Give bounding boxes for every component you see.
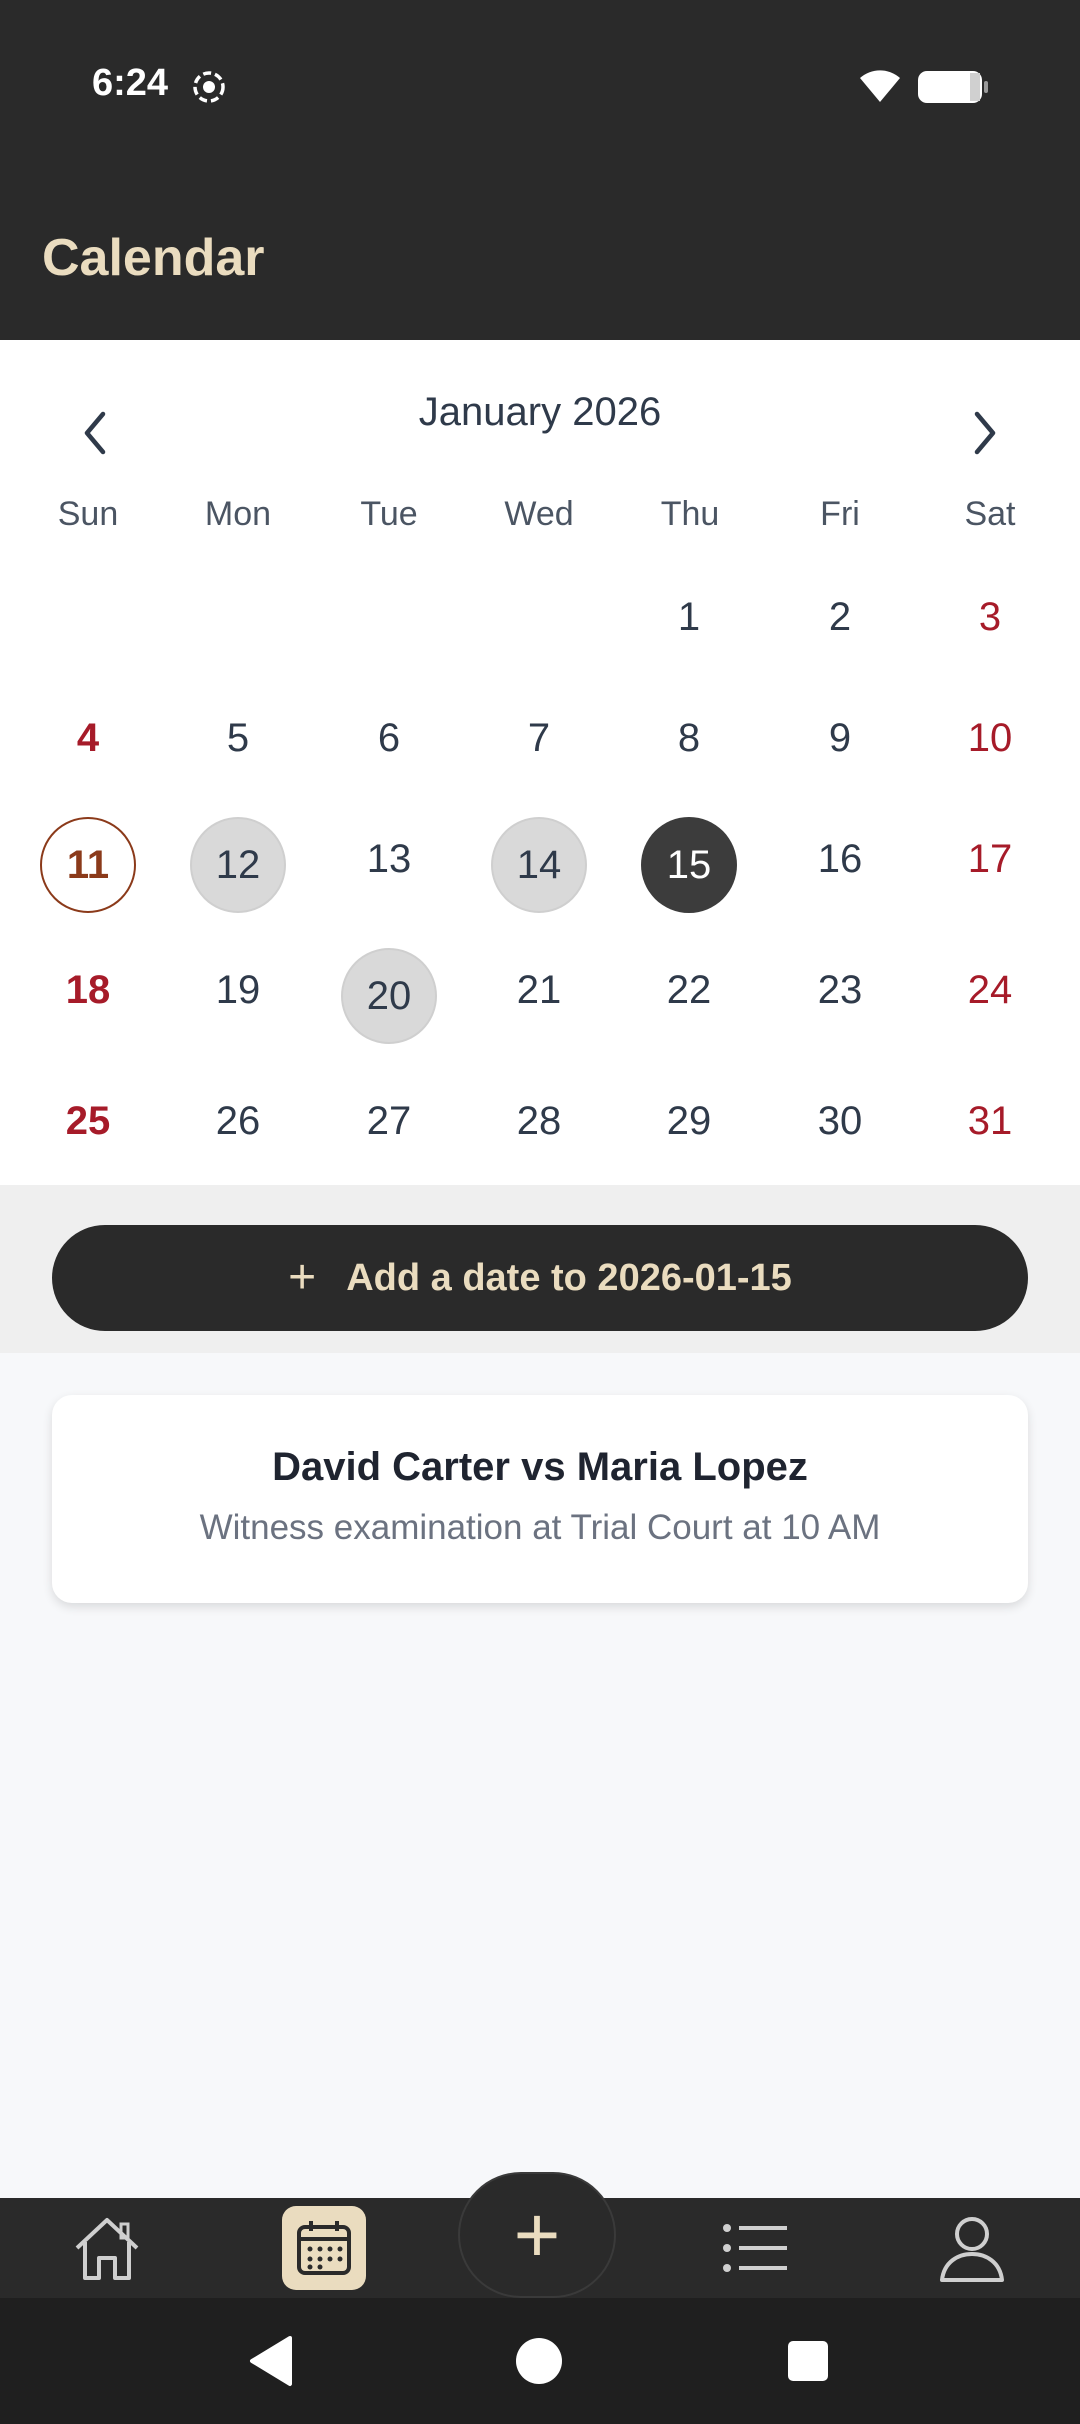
status-time: 6:24: [92, 62, 169, 104]
day-cell[interactable]: 22: [641, 942, 737, 1038]
day-cell[interactable]: 1: [641, 569, 737, 665]
day-cell[interactable]: 9: [792, 690, 888, 786]
day-cell[interactable]: 31: [942, 1073, 1038, 1169]
add-fab-button[interactable]: +: [458, 2172, 616, 2298]
nav-calendar-active: [282, 2206, 366, 2290]
day-cell[interactable]: 2: [792, 569, 888, 665]
list-icon: [723, 2224, 787, 2272]
day-cell[interactable]: 8: [641, 690, 737, 786]
day-cell[interactable]: 7: [491, 690, 587, 786]
add-date-section: + Add a date to 2026-01-15: [0, 1185, 1080, 1353]
day-cell-selected[interactable]: 15: [641, 817, 737, 913]
nav-home[interactable]: [47, 2198, 167, 2298]
page-title: Calendar: [42, 229, 265, 287]
battery-icon: [918, 71, 988, 103]
recents-square-icon: [788, 2341, 828, 2381]
day-cell-has-event[interactable]: 14: [491, 817, 587, 913]
plus-icon: +: [288, 1251, 317, 1304]
nav-calendar[interactable]: [264, 2198, 384, 2298]
day-cell[interactable]: 25: [40, 1073, 136, 1169]
day-cell[interactable]: 13: [341, 811, 437, 907]
event-description: Witness examination at Trial Court at 10…: [199, 1508, 881, 1547]
day-cell[interactable]: 27: [341, 1073, 437, 1169]
system-home-button[interactable]: [506, 2328, 572, 2394]
day-cell[interactable]: 19: [190, 942, 286, 1038]
system-recents-button[interactable]: [775, 2328, 841, 2394]
status-bar: 6:24: [0, 0, 1080, 180]
nav-list[interactable]: [696, 2198, 816, 2298]
home-icon: [75, 2218, 139, 2280]
event-card[interactable]: David Carter vs Maria Lopez Witness exam…: [52, 1395, 1028, 1603]
system-back-button[interactable]: [238, 2328, 304, 2394]
day-cell[interactable]: 16: [792, 811, 888, 907]
day-cell[interactable]: 29: [641, 1073, 737, 1169]
add-icon: +: [513, 2190, 561, 2279]
system-navigation-bar: [0, 2298, 1080, 2424]
nav-profile[interactable]: [912, 2198, 1032, 2298]
day-cell[interactable]: 10: [942, 690, 1038, 786]
day-cell[interactable]: 24: [942, 942, 1038, 1038]
event-title: David Carter vs Maria Lopez: [272, 1445, 808, 1489]
days-grid: 1 2 3 4 5 6 7 8 9 10 11 12 13 14 15 16 1…: [0, 340, 1080, 1185]
add-date-label: Add a date to 2026-01-15: [346, 1256, 792, 1299]
back-triangle-icon: [250, 2336, 292, 2386]
add-date-button[interactable]: + Add a date to 2026-01-15: [52, 1225, 1028, 1331]
day-cell[interactable]: 6: [341, 690, 437, 786]
day-cell-today[interactable]: 11: [40, 817, 136, 913]
top-bar: 6:24 Calendar: [0, 0, 1080, 340]
day-cell[interactable]: 3: [942, 569, 1038, 665]
day-cell[interactable]: 4: [40, 690, 136, 786]
day-cell[interactable]: 30: [792, 1073, 888, 1169]
day-cell[interactable]: 21: [491, 942, 587, 1038]
calendar: January 2026 Sun Mon Tue Wed Thu Fri Sat…: [0, 340, 1080, 1185]
profile-icon: [940, 2217, 1004, 2282]
day-cell[interactable]: 26: [190, 1073, 286, 1169]
day-cell-has-event[interactable]: 12: [190, 817, 286, 913]
calendar-icon: [297, 2221, 351, 2275]
day-cell[interactable]: 18: [40, 942, 136, 1038]
day-cell[interactable]: 5: [190, 690, 286, 786]
day-cell[interactable]: 17: [942, 811, 1038, 907]
wifi-icon: [860, 70, 900, 102]
home-circle-icon: [516, 2338, 562, 2384]
day-cell[interactable]: 23: [792, 942, 888, 1038]
day-cell[interactable]: 28: [491, 1073, 587, 1169]
screen-record-icon: [193, 71, 225, 103]
day-cell-has-event[interactable]: 20: [341, 948, 437, 1044]
